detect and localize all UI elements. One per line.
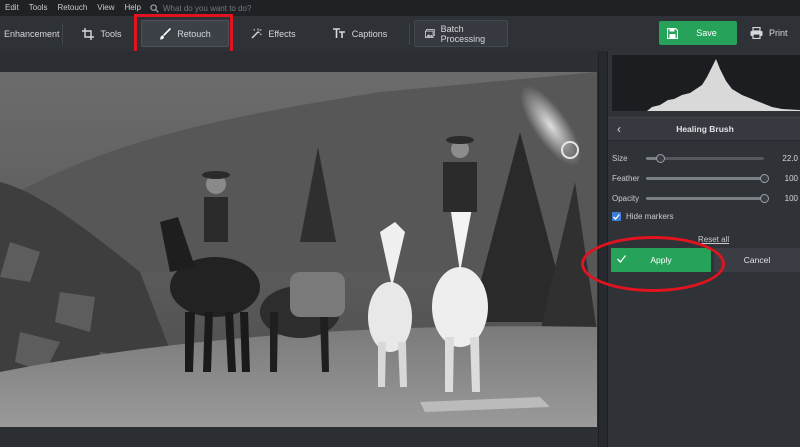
menu-help[interactable]: Help xyxy=(119,0,145,16)
slider-size-label: Size xyxy=(612,153,628,163)
photo-canvas[interactable] xyxy=(0,72,597,427)
tab-enhancement-label: Enhancement xyxy=(4,28,60,39)
check-icon xyxy=(611,255,631,265)
menu-tools[interactable]: Tools xyxy=(24,0,53,16)
save-icon xyxy=(667,27,678,39)
apply-button[interactable]: Apply xyxy=(611,248,711,272)
tab-captions[interactable]: Captions xyxy=(315,20,405,47)
slider-fill xyxy=(646,176,764,180)
apply-label: Apply xyxy=(650,255,672,265)
menu-view[interactable]: View xyxy=(92,0,119,16)
tab-effects-label: Effects xyxy=(268,28,296,39)
save-label: Save xyxy=(696,28,717,38)
hide-markers-checkbox[interactable] xyxy=(612,212,621,221)
panel-title: Healing Brush xyxy=(676,124,734,134)
printer-icon xyxy=(750,27,763,39)
canvas-area xyxy=(0,51,598,447)
menu-retouch[interactable]: Retouch xyxy=(52,0,92,16)
slider-opacity: Opacity 100 xyxy=(612,191,798,205)
slider-thumb[interactable] xyxy=(656,153,666,163)
menu-bar: Edit Tools Retouch View Help xyxy=(0,0,800,16)
search-box xyxy=(150,3,283,13)
side-panel: ‹ Healing Brush Size 22.0 Feather 100 Op… xyxy=(608,51,800,447)
batch-processing-label: Batch Processing xyxy=(440,23,486,44)
toolbar: Enhancement Tools Retouch Effects Captio… xyxy=(0,16,800,51)
slider-feather: Feather 100 xyxy=(612,171,798,185)
hide-markers-option: Hide markers xyxy=(612,212,674,221)
vintage-photo-horsemen xyxy=(0,72,597,427)
save-button[interactable]: Save xyxy=(659,21,737,45)
tab-captions-label: Captions xyxy=(351,28,388,39)
menu-edit[interactable]: Edit xyxy=(0,0,24,16)
toolbar-divider xyxy=(62,22,63,45)
histogram xyxy=(612,55,800,111)
slider-fill xyxy=(646,196,764,200)
batch-processing-button[interactable]: Batch Processing xyxy=(414,20,508,47)
slider-track[interactable] xyxy=(646,173,769,183)
tab-enhancement[interactable]: Enhancement xyxy=(0,20,60,47)
slider-thumb[interactable] xyxy=(760,193,769,203)
checkmark-icon xyxy=(613,213,620,220)
slider-opacity-value: 100 xyxy=(784,193,798,203)
slider-opacity-label: Opacity xyxy=(612,193,640,203)
print-button[interactable]: Print xyxy=(746,21,800,45)
text-icon xyxy=(332,28,345,38)
tab-effects[interactable]: Effects xyxy=(233,20,313,47)
slider-feather-label: Feather xyxy=(612,173,640,183)
images-icon xyxy=(425,29,435,38)
search-icon xyxy=(150,3,159,13)
slider-size-value: 22.0 xyxy=(782,153,798,163)
brush-icon xyxy=(160,27,172,39)
slider-track[interactable] xyxy=(646,153,764,163)
reset-all-link[interactable]: Reset all xyxy=(698,235,729,244)
print-label: Print xyxy=(769,28,788,38)
toolbar-divider xyxy=(409,22,410,45)
search-input[interactable] xyxy=(162,3,283,13)
cancel-label: Cancel xyxy=(743,255,771,265)
cancel-button[interactable]: Cancel xyxy=(714,248,800,272)
panel-splitter[interactable] xyxy=(598,51,608,447)
slider-feather-value: 100 xyxy=(784,173,798,183)
crop-icon xyxy=(82,27,95,40)
tab-tools-label: Tools xyxy=(100,28,122,39)
hide-markers-label: Hide markers xyxy=(626,212,674,221)
tab-retouch-label: Retouch xyxy=(177,28,211,39)
tab-tools[interactable]: Tools xyxy=(67,20,137,47)
slider-track[interactable] xyxy=(646,193,769,203)
back-icon[interactable]: ‹ xyxy=(610,122,628,136)
tab-retouch[interactable]: Retouch xyxy=(141,20,229,47)
app-window: Edit Tools Retouch View Help Enhancement… xyxy=(0,0,800,447)
magic-wand-icon xyxy=(251,28,262,39)
slider-size: Size 22.0 xyxy=(612,151,798,165)
panel-header: ‹ Healing Brush xyxy=(608,117,800,141)
slider-thumb[interactable] xyxy=(760,173,769,183)
